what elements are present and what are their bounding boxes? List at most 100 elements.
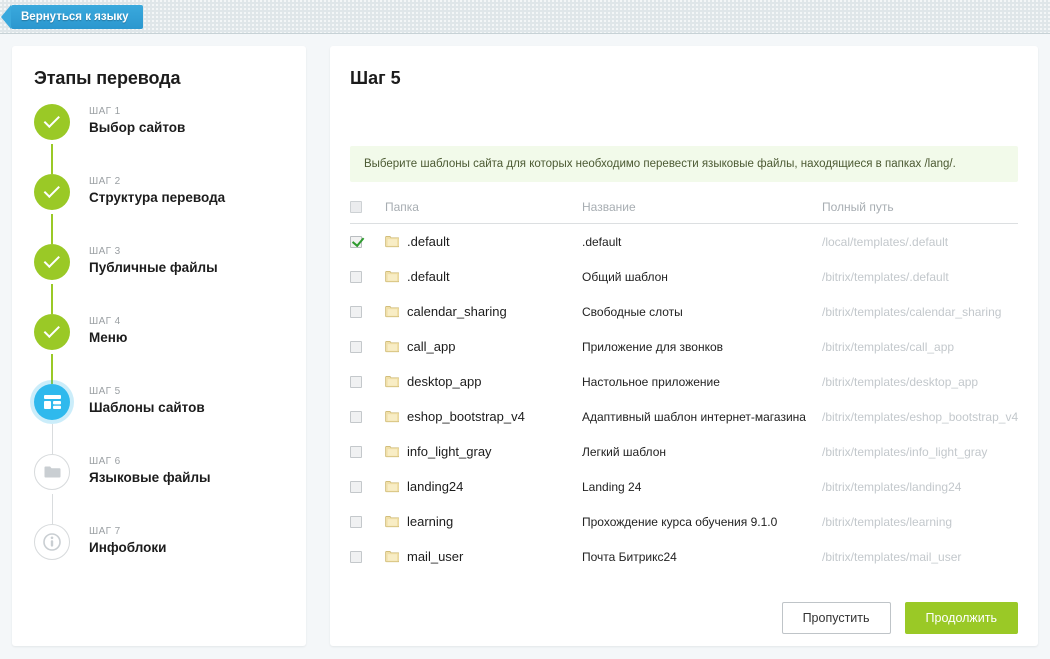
continue-button[interactable]: Продолжить [904, 602, 1018, 634]
cell-folder: call_app [385, 339, 582, 354]
sidebar-step-6[interactable]: ШАГ 6 Языковые файлы [12, 454, 306, 524]
row-checkbox[interactable] [350, 410, 362, 423]
row-checkbox[interactable] [350, 550, 362, 563]
cell-folder: eshop_bootstrap_v4 [385, 409, 582, 424]
step-number-3: ШАГ 3 [89, 246, 121, 257]
step-text-3: ШАГ 3 Публичные файлы [89, 246, 218, 275]
action-buttons: Пропустить Продолжить [350, 602, 1018, 634]
sidebar-step-7[interactable]: ШАГ 7 Инфоблоки [12, 524, 306, 594]
cell-name: Свободные слоты [582, 304, 683, 319]
folder-name: mail_user [407, 549, 464, 564]
step-status-icon-1 [34, 104, 70, 140]
table-row[interactable]: call_app Приложение для звонков/bitrix/te… [350, 329, 1018, 364]
row-select-cell[interactable] [350, 340, 385, 353]
row-checkbox[interactable] [350, 305, 362, 318]
row-checkbox[interactable] [350, 340, 362, 353]
step-label-5: Шаблоны сайтов [89, 400, 205, 415]
cell-name: Настольное приложение [582, 374, 720, 389]
step-connector [51, 284, 53, 314]
cell-folder: .default [385, 269, 582, 284]
select-all-cell[interactable] [350, 200, 385, 213]
cell-path: /bitrix/templates/landing24 [822, 479, 962, 494]
table-row[interactable]: .default Общий шаблон/bitrix/templates/.d… [350, 259, 1018, 294]
row-checkbox[interactable] [350, 375, 362, 388]
cell-folder: .default [385, 234, 582, 249]
table-row[interactable]: eshop_bootstrap_v4 Адаптивный шаблон инте… [350, 399, 1018, 434]
sidebar-step-3[interactable]: ШАГ 3 Публичные файлы [12, 244, 306, 314]
table-row[interactable]: desktop_app Настольное приложение/bitrix/… [350, 364, 1018, 399]
folder-name: calendar_sharing [407, 304, 507, 319]
row-select-cell[interactable] [350, 375, 385, 388]
info-icon [43, 533, 61, 551]
table-row[interactable]: mail_user Почта Битрикс24/bitrix/template… [350, 539, 1018, 574]
row-checkbox[interactable] [350, 480, 362, 493]
folder-name: learning [407, 514, 454, 529]
check-icon [43, 181, 60, 199]
row-select-cell[interactable] [350, 480, 385, 493]
continue-button-label: Продолжить [925, 611, 997, 625]
table-row[interactable]: info_light_gray Легкий шаблон/bitrix/temp… [350, 434, 1018, 469]
row-select-cell[interactable] [350, 550, 385, 563]
cell-name: .default [582, 234, 622, 249]
row-select-cell[interactable] [350, 445, 385, 458]
step-status-icon-2 [34, 174, 70, 210]
cell-folder: landing24 [385, 479, 582, 494]
table-row[interactable]: calendar_sharing Свободные слоты/bitrix/t… [350, 294, 1018, 329]
row-select-cell[interactable] [350, 515, 385, 528]
skip-button[interactable]: Пропустить [781, 602, 891, 634]
notice-text: Выберите шаблоны сайта для которых необх… [364, 158, 956, 170]
cell-folder: calendar_sharing [385, 304, 582, 319]
folder-icon [385, 411, 399, 423]
cell-name: Прохождение курса обучения 9.1.0 [582, 514, 778, 529]
step-status-icon-6 [34, 454, 70, 490]
table-body: .default .default/local/templates/.defaul… [350, 224, 1018, 574]
step-text-5: ШАГ 5 Шаблоны сайтов [89, 386, 205, 415]
row-checkbox[interactable] [350, 235, 362, 248]
sidebar-step-2[interactable]: ШАГ 2 Структура перевода [12, 174, 306, 244]
steps-panel: Этапы перевода ШАГ 1 Выбор сайтов ШАГ 2 Стр… [12, 46, 306, 646]
cell-folder: info_light_gray [385, 444, 582, 459]
step-label-3: Публичные файлы [89, 260, 218, 275]
step-label-4: Меню [89, 330, 128, 345]
skip-button-label: Пропустить [802, 611, 870, 625]
row-select-cell[interactable] [350, 270, 385, 283]
row-select-cell[interactable] [350, 410, 385, 423]
table-row[interactable]: .default .default/local/templates/.defaul… [350, 224, 1018, 259]
step-connector [51, 494, 53, 524]
step-status-icon-7 [34, 524, 70, 560]
table-row[interactable]: learning Прохождение курса обучения 9.1.0… [350, 504, 1018, 539]
folder-name: landing24 [407, 479, 464, 494]
step-text-4: ШАГ 4 Меню [89, 316, 127, 345]
row-select-cell[interactable] [350, 235, 385, 248]
row-checkbox[interactable] [350, 445, 362, 458]
folder-icon [385, 236, 399, 248]
table-row[interactable]: landing24 Landing 24/bitrix/templates/lan… [350, 469, 1018, 504]
sidebar-step-4[interactable]: ШАГ 4 Меню [12, 314, 306, 384]
step-text-1: ШАГ 1 Выбор сайтов [89, 106, 185, 135]
step-status-icon-3 [34, 244, 70, 280]
cell-path: /bitrix/templates/desktop_app [822, 374, 979, 389]
main-panel: Шаг 5 Выберите шаблоны сайта для которых… [330, 46, 1038, 646]
back-to-language-button[interactable]: Вернуться к языку [1, 5, 143, 29]
cell-folder: mail_user [385, 549, 582, 564]
step-number-4: ШАГ 4 [89, 316, 121, 327]
row-checkbox[interactable] [350, 515, 362, 528]
row-select-cell[interactable] [350, 305, 385, 318]
cell-folder: desktop_app [385, 374, 582, 389]
check-icon [43, 111, 60, 129]
folder-name: .default [407, 269, 450, 284]
sidebar-step-1[interactable]: ШАГ 1 Выбор сайтов [12, 104, 306, 174]
cell-path: /local/templates/.default [822, 234, 949, 249]
cell-path: /bitrix/templates/calendar_sharing [822, 304, 1002, 319]
cell-path: /bitrix/templates/eshop_bootstrap_v4 [822, 409, 1019, 424]
folder-icon [385, 481, 399, 493]
folder-icon [385, 341, 399, 353]
folder-icon [385, 551, 399, 563]
sidebar-step-5[interactable]: ШАГ 5 Шаблоны сайтов [12, 384, 306, 454]
select-all-checkbox[interactable] [350, 200, 362, 213]
row-checkbox[interactable] [350, 270, 362, 283]
notice-banner: Выберите шаблоны сайта для которых необх… [350, 146, 1018, 182]
step-connector [51, 214, 53, 244]
cell-name: Общий шаблон [582, 269, 668, 284]
back-button-label: Вернуться к языку [21, 11, 129, 23]
